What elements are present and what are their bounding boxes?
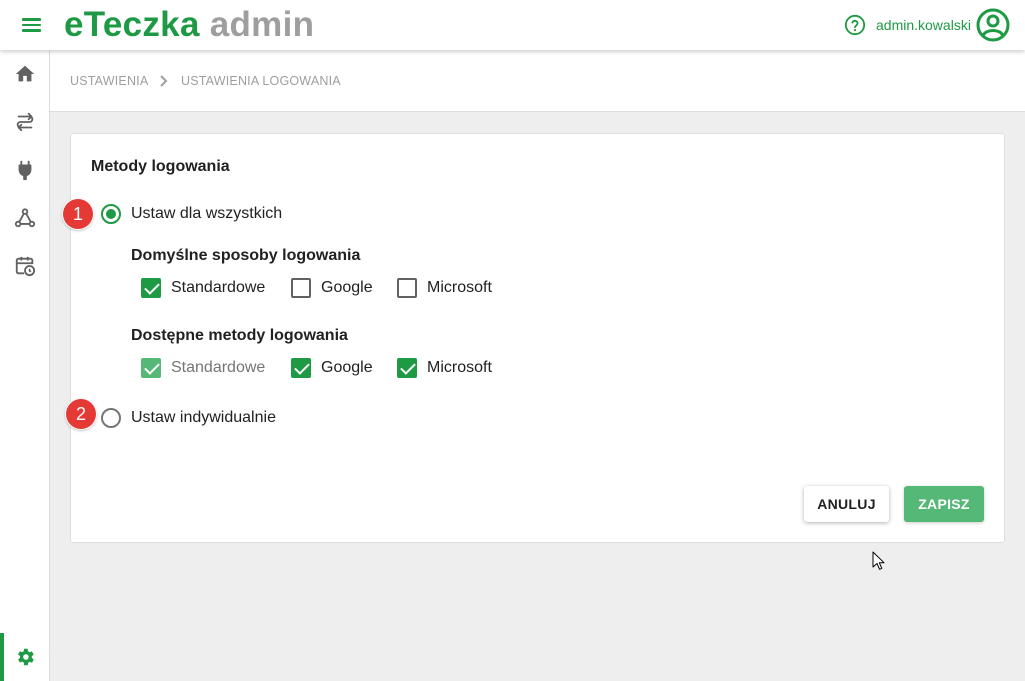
- breadcrumb-settings[interactable]: USTAWIENIA: [70, 74, 148, 88]
- network-icon[interactable]: [13, 206, 37, 230]
- app-logo: eTeczka admin: [64, 5, 314, 45]
- brand-secondary: admin: [209, 5, 315, 44]
- radio-label: Ustaw dla wszystkich: [131, 205, 283, 222]
- checkbox-label: Standardowe: [171, 359, 266, 376]
- menu-icon[interactable]: [22, 15, 44, 35]
- checkbox[interactable]: [397, 278, 417, 298]
- workflow-icon[interactable]: [13, 110, 37, 134]
- settings-icon[interactable]: [13, 645, 37, 669]
- checkbox[interactable]: [291, 358, 311, 378]
- card-title: Metody logowania: [91, 158, 230, 175]
- radio-button[interactable]: [101, 408, 121, 428]
- default-methods-title: Domyślne sposoby logowania: [131, 247, 361, 264]
- step-badge-1: 1: [63, 199, 93, 229]
- help-icon[interactable]: [844, 14, 866, 36]
- radio-label: Ustaw indywidualnie: [131, 409, 276, 426]
- top-bar: eTeczka admin admin.kowalski: [0, 0, 1025, 50]
- checkbox-label: Microsoft: [427, 359, 492, 376]
- checkbox-available-google[interactable]: Google: [291, 358, 373, 378]
- sidebar-item-settings[interactable]: [0, 633, 50, 681]
- checkbox-default-microsoft[interactable]: Microsoft: [397, 278, 492, 298]
- checkbox[interactable]: [291, 278, 311, 298]
- plug-icon[interactable]: [13, 158, 37, 182]
- checkbox-available-microsoft[interactable]: Microsoft: [397, 358, 492, 378]
- radio-button[interactable]: [101, 204, 121, 224]
- checkbox-label: Google: [321, 359, 373, 376]
- breadcrumb-login-settings: USTAWIENIA LOGOWANIA: [181, 74, 341, 88]
- user-avatar-icon[interactable]: [976, 8, 1010, 42]
- mouse-cursor-icon: [872, 551, 885, 570]
- checkbox-available-standard: Standardowe: [141, 358, 265, 378]
- checkbox[interactable]: [397, 358, 417, 378]
- cancel-button[interactable]: ANULUJ: [804, 486, 889, 522]
- checkbox-label: Google: [321, 279, 373, 296]
- radio-set-for-all[interactable]: Ustaw dla wszystkich: [101, 204, 282, 224]
- sidebar: [0, 50, 50, 681]
- chevron-right-icon: [160, 75, 168, 87]
- home-icon[interactable]: [13, 62, 37, 86]
- login-methods-card: Metody logowania 1 Ustaw dla wszystkich …: [63, 133, 1005, 543]
- brand-primary: eTeczka: [64, 5, 200, 44]
- step-badge-2: 2: [66, 399, 96, 429]
- checkbox: [141, 358, 161, 378]
- checkbox[interactable]: [141, 278, 161, 298]
- available-methods-title: Dostępne metody logowania: [131, 327, 348, 344]
- checkbox-label: Standardowe: [171, 279, 266, 296]
- active-indicator: [0, 633, 4, 681]
- checkbox-default-google[interactable]: Google: [291, 278, 373, 298]
- radio-set-individually[interactable]: Ustaw indywidualnie: [101, 408, 276, 428]
- username[interactable]: admin.kowalski: [876, 17, 971, 33]
- calendar-clock-icon[interactable]: [13, 254, 37, 278]
- save-button[interactable]: ZAPISZ: [904, 486, 984, 522]
- breadcrumb: USTAWIENIA USTAWIENIA LOGOWANIA: [50, 50, 1025, 112]
- checkbox-label: Microsoft: [427, 279, 492, 296]
- checkbox-default-standard[interactable]: Standardowe: [141, 278, 265, 298]
